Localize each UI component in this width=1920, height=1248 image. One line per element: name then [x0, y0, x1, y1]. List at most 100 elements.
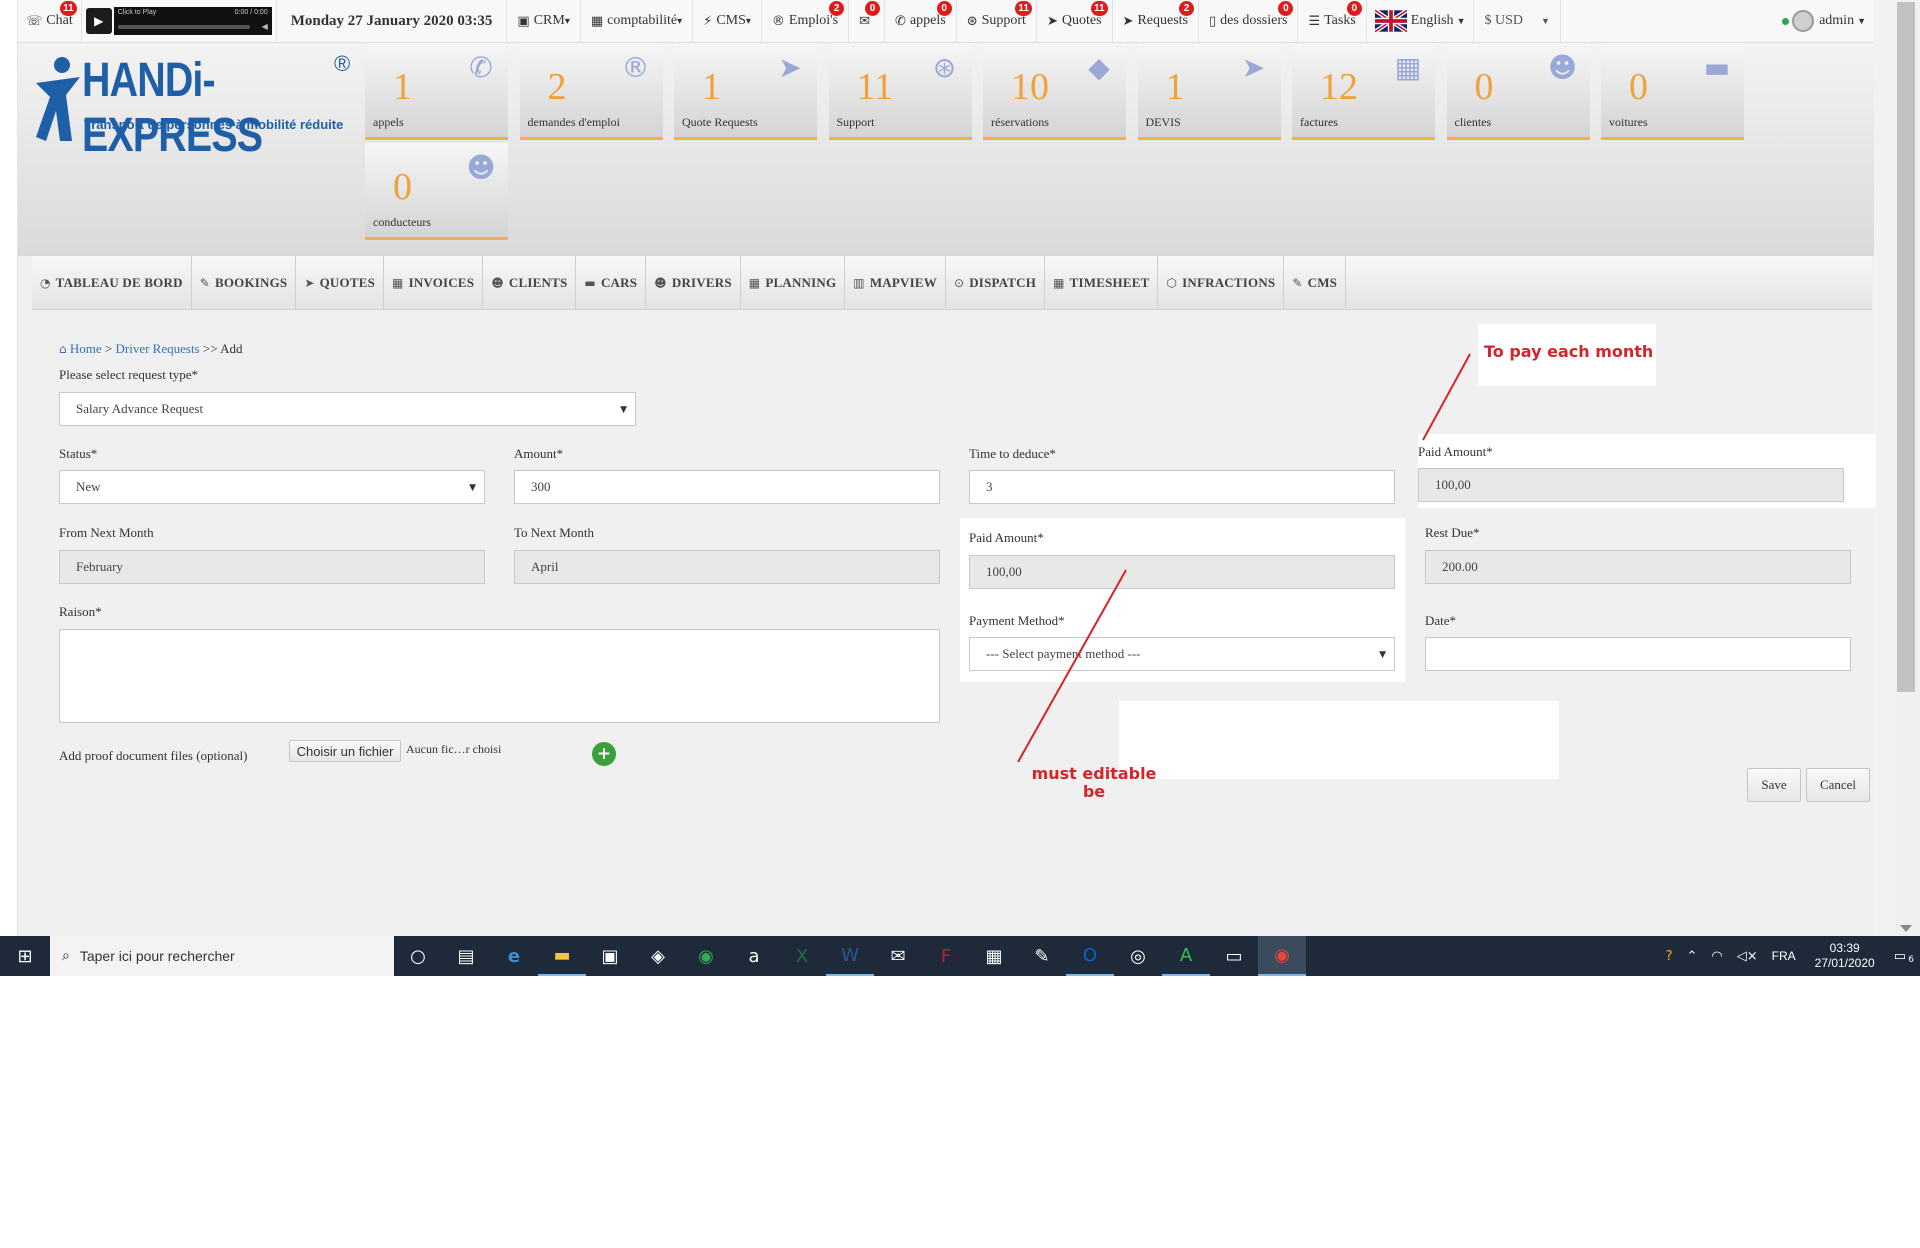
volume-muted-icon[interactable]: ◁× [1730, 949, 1765, 964]
calculator-icon[interactable]: ▦ [970, 936, 1018, 976]
outlook-icon[interactable]: O [1066, 936, 1114, 976]
menu-item-tableau-de-bord[interactable]: ◔ TABLEAU DE BORD [32, 255, 192, 310]
windows-start-icon[interactable]: ⊞ [0, 936, 50, 976]
amazon-icon[interactable]: a [730, 936, 778, 976]
player-bar[interactable]: Click to Play 0:00 / 0:00 ◀ [113, 7, 272, 35]
menu-item-quotes[interactable]: ➤ QUOTES [296, 255, 385, 310]
topnav-item-label: Emploi's [788, 13, 839, 28]
menu-icon: ▥ [853, 275, 865, 290]
stat-tile-value: 2 [547, 66, 567, 108]
menu-item-cms[interactable]: ✎ CMS [1284, 255, 1347, 310]
topnav-item-comptabilit-[interactable]: ▦ comptabilité ▾ [581, 0, 694, 43]
menu-item-cars[interactable]: ▬ CARS [576, 255, 647, 310]
tasks-icon: ☰ [1308, 13, 1321, 29]
topnav-item-des-dossiers[interactable]: ▯ des dossiers 0 [1199, 0, 1299, 43]
menu-item-label: QUOTES [319, 274, 376, 290]
edge-browser-icon[interactable]: e [490, 936, 538, 976]
menu-icon: ☻ [491, 275, 504, 290]
menu-icon: ✎ [1292, 275, 1303, 290]
user-menu[interactable]: admin ▼ [1772, 0, 1874, 43]
menu-item-infractions[interactable]: ⬡ INFRACTIONS [1158, 255, 1285, 310]
word-icon[interactable]: W [826, 936, 874, 976]
scrollbar-thumb[interactable] [1897, 2, 1915, 692]
stat-tile-demandes-d-emploi[interactable]: 2 demandes d'emploi ® [519, 43, 663, 140]
remote-desktop-icon[interactable]: ▭ [1210, 936, 1258, 976]
stat-tile-value: 1 [393, 66, 412, 108]
topnav-item-emploi-s[interactable]: ® Emploi's 2 [762, 0, 850, 43]
task-view-icon[interactable]: ▤ [442, 936, 490, 976]
topnav-item-support[interactable]: ⊛ Support 11 [957, 0, 1037, 43]
topnav-item-quotes[interactable]: ➤ Quotes 11 [1037, 0, 1113, 43]
topnav-item-cms[interactable]: ⚡ CMS ▾ [693, 0, 762, 43]
volume-icon[interactable]: ◀ [262, 22, 268, 31]
language-indicator[interactable]: FRA [1765, 949, 1803, 963]
scroll-down-icon[interactable] [1900, 925, 1912, 932]
paint-icon[interactable]: ✎ [1018, 936, 1066, 976]
player-progress[interactable] [117, 25, 250, 29]
page-scrollbar[interactable] [1892, 0, 1920, 936]
stat-tile-value: 12 [1320, 66, 1358, 108]
language-select[interactable]: English ▼ [1367, 0, 1475, 43]
notification-icon[interactable]: ▭ 6 [1887, 949, 1920, 965]
dropbox-icon[interactable]: ◈ [634, 936, 682, 976]
chevron-up-icon[interactable]: ⌃ [1680, 949, 1705, 964]
stat-tile-devis[interactable]: 1 DEVIS ➤ [1137, 43, 1281, 140]
paper-plane-icon: ➤ [1241, 51, 1266, 84]
stat-tile-support[interactable]: 11 Support ⊛ [828, 43, 972, 140]
company-logo[interactable]: HANDi-EXPRESS ® Transport de personnes à… [32, 49, 372, 162]
file-explorer-icon[interactable]: ▬ [538, 936, 586, 976]
phone-icon: ✆ [469, 51, 493, 84]
taskbar-clock[interactable]: 03:39 27/01/2020 [1803, 941, 1887, 971]
notepad-icon[interactable]: A [1162, 936, 1210, 976]
stat-tile-label: clientes [1454, 115, 1492, 129]
chat-button[interactable]: ☏ Chat 11 [18, 0, 82, 43]
topnav-item-badge: 11 [1015, 0, 1032, 16]
topnav-item-badge: 0 [865, 0, 881, 16]
play-icon[interactable]: ▶ [85, 8, 112, 34]
topnav-item-tasks[interactable]: ☰ Tasks 0 [1298, 0, 1367, 43]
stat-tile-label: factures [1300, 115, 1338, 129]
topnav-item-requests[interactable]: ➤ Requests 2 [1113, 0, 1199, 43]
stat-tile-quote-requests[interactable]: 1 Quote Requests ➤ [674, 43, 817, 140]
topnav-item-crm[interactable]: ▣ CRM ▾ [507, 0, 581, 43]
chrome-icon[interactable]: ◉ [1258, 936, 1306, 976]
menu-item-planning[interactable]: ▦ PLANNING [741, 255, 846, 310]
caret-down-icon: ▾ [745, 15, 751, 27]
paper-plane-icon: ➤ [1122, 13, 1134, 29]
file-icon: ▯ [1209, 13, 1217, 29]
paper-plane-icon: ➤ [778, 51, 802, 84]
cortana-icon[interactable]: ○ [394, 936, 442, 976]
currency-select[interactable]: $ USD ▼ [1474, 0, 1561, 43]
menu-item-drivers[interactable]: ☻ DRIVERS [646, 255, 741, 310]
calculator-icon: ▦ [590, 13, 604, 29]
wifi-icon[interactable]: ◠ [1704, 949, 1729, 964]
menu-item-timesheet[interactable]: ▦ TIMESHEET [1045, 255, 1159, 310]
help-icon[interactable]: ? [1659, 949, 1680, 964]
stat-tile-conducteurs[interactable]: 0 conducteurs ☻ [365, 143, 508, 240]
stat-tile-label: conducteurs [373, 215, 431, 229]
filezilla-icon[interactable]: F [922, 936, 970, 976]
tripadvisor-icon[interactable]: ◉ [682, 936, 730, 976]
menu-item-dispatch[interactable]: ⊙ DISPATCH [946, 255, 1046, 310]
store-icon[interactable]: ▣ [586, 936, 634, 976]
menu-item-label: MAPVIEW [869, 274, 937, 290]
stat-tile-factures[interactable]: 12 factures ▦ [1292, 43, 1435, 140]
main-menu: ◔ TABLEAU DE BORD ✎ BOOKINGS ➤ QUOTES ▦ INVOICE… [32, 255, 1872, 310]
topnav-item-label: des dossiers [1220, 13, 1288, 28]
taskbar-search[interactable]: ⌕ Taper ici pour rechercher [50, 936, 394, 976]
excel-icon[interactable]: X [778, 936, 826, 976]
topnav-item-messages[interactable]: ✉ 0 [849, 0, 886, 43]
currency-label: $ USD [1484, 13, 1523, 28]
topnav-item-appels[interactable]: ✆ appels 0 [885, 0, 957, 43]
audio-player[interactable]: ▶ Click to Play 0:00 / 0:00 ◀ [82, 0, 277, 43]
mail-icon[interactable]: ✉ [874, 936, 922, 976]
menu-item-mapview[interactable]: ▥ MAPVIEW [845, 255, 946, 310]
app-icon[interactable]: ◎ [1114, 936, 1162, 976]
stat-tile-r-servations[interactable]: 10 réservations ◆ [983, 43, 1126, 140]
menu-item-invoices[interactable]: ▦ INVOICES [384, 255, 484, 310]
stat-tile-clientes[interactable]: 0 clientes ☻ [1446, 43, 1590, 140]
stat-tile-voitures[interactable]: 0 voitures ▬ [1601, 43, 1744, 140]
menu-item-clients[interactable]: ☻ CLIENTS [483, 255, 577, 310]
stat-tile-appels[interactable]: 1 appels ✆ [365, 43, 508, 140]
menu-item-bookings[interactable]: ✎ BOOKINGS [192, 255, 297, 310]
